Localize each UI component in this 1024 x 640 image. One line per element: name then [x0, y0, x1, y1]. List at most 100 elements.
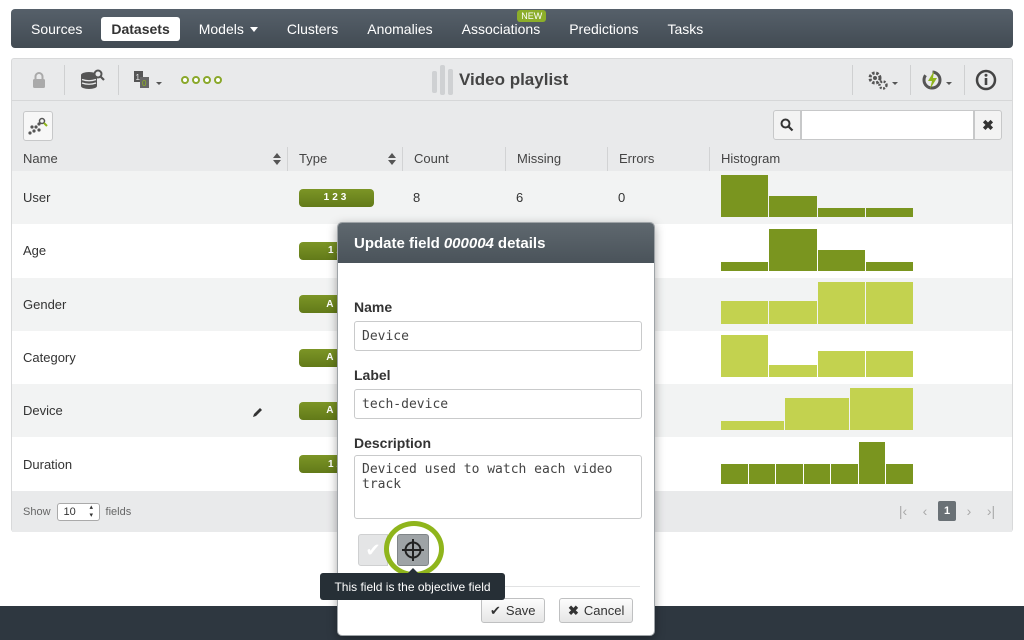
- nav-models[interactable]: Models: [189, 17, 268, 41]
- description-field[interactable]: Deviced used to watch each video track: [354, 455, 642, 519]
- column-header-histogram: Histogram: [710, 147, 1012, 171]
- nav-predictions[interactable]: Predictions: [559, 17, 648, 41]
- top-nav: Sources Datasets Models Clusters Anomali…: [11, 9, 1013, 48]
- histogram: [721, 388, 913, 431]
- show-label: Show: [23, 505, 51, 518]
- modal-title: Update field 000004 details: [338, 223, 654, 263]
- next-page-icon[interactable]: ›: [960, 501, 978, 521]
- page-title: Video playlist: [459, 70, 569, 89]
- name-field[interactable]: Device: [354, 321, 642, 351]
- histogram-bar: [721, 175, 769, 218]
- histogram-bar: [817, 351, 865, 378]
- name-label: Name: [354, 299, 393, 315]
- prev-page-icon[interactable]: ‹: [916, 501, 934, 521]
- toolbar-divider: [64, 65, 65, 95]
- histogram-bar: [721, 463, 748, 484]
- nav-anomalies-label: Anomalies: [367, 20, 433, 37]
- column-header-count: Count: [403, 147, 506, 171]
- histogram: [721, 281, 913, 324]
- histogram-bar: [769, 196, 817, 218]
- page: Sources Datasets Models Clusters Anomali…: [0, 0, 1024, 640]
- dataset-logo-icon: [432, 65, 453, 95]
- search-icon: [780, 118, 794, 132]
- column-count-label: Count: [414, 151, 449, 166]
- pagination: |‹ ‹ 1 › ›|: [894, 501, 1000, 521]
- label-label: Label: [354, 367, 391, 383]
- gear-dropdown-icon[interactable]: [864, 69, 904, 91]
- nav-models-label: Models: [198, 20, 244, 37]
- scatter-filter-icon: [28, 117, 48, 135]
- toolbar-divider: [118, 65, 119, 95]
- column-header-type[interactable]: Type: [288, 147, 403, 171]
- description-label: Description: [354, 435, 432, 451]
- column-histogram-label: Histogram: [721, 151, 781, 166]
- column-missing-label: Missing: [517, 151, 562, 166]
- save-button[interactable]: ✔ Save: [481, 598, 545, 623]
- search-button[interactable]: [773, 110, 801, 140]
- histogram-bar: [865, 261, 913, 271]
- histogram: [721, 441, 914, 484]
- column-header-errors: Errors: [608, 147, 710, 171]
- current-page[interactable]: 1: [938, 501, 956, 521]
- histogram-bar: [817, 249, 865, 271]
- lightning-dropdown-icon[interactable]: [918, 69, 958, 91]
- nav-anomalies[interactable]: Anomalies: [357, 17, 442, 41]
- histogram-bar: [721, 300, 769, 324]
- check-icon: ✔: [365, 539, 381, 560]
- save-label: Save: [505, 603, 536, 618]
- dots-icon[interactable]: [180, 69, 222, 91]
- column-header-name[interactable]: Name: [12, 147, 288, 171]
- new-badge: NEW: [517, 9, 547, 22]
- filter-tool-button[interactable]: [23, 111, 53, 141]
- modal-title-prefix: Update field: [354, 234, 440, 252]
- nav-associations[interactable]: Associations NEW: [452, 9, 551, 41]
- nav-associations-label: Associations: [461, 20, 541, 37]
- binary-dropdown-icon[interactable]: 10: [131, 69, 167, 91]
- histogram-bar: [831, 463, 858, 484]
- dataset-search-icon[interactable]: [78, 69, 106, 91]
- modal-title-suffix: details: [497, 234, 546, 252]
- sort-icon[interactable]: [273, 153, 281, 165]
- nav-sources-label: Sources: [31, 20, 83, 37]
- table-row[interactable]: User 123 8 6 0: [12, 171, 1012, 225]
- page-size-select[interactable]: 10: [56, 502, 100, 521]
- histogram-bar: [817, 208, 865, 218]
- cancel-label: Cancel: [583, 603, 625, 618]
- nav-clusters-label: Clusters: [286, 20, 339, 37]
- cancel-button[interactable]: ✖ Cancel: [559, 598, 634, 623]
- count-cell: 8: [413, 190, 421, 206]
- nav-tasks-label: Tasks: [667, 20, 704, 37]
- field-name-cell: User: [23, 190, 51, 206]
- clear-search-button[interactable]: ✖: [974, 110, 1002, 140]
- histogram: [721, 175, 913, 218]
- chevron-down-icon: [249, 27, 258, 33]
- info-icon[interactable]: [974, 69, 998, 91]
- first-page-icon[interactable]: |‹: [894, 501, 912, 521]
- close-icon: ✖: [982, 116, 994, 133]
- last-page-icon[interactable]: ›|: [982, 501, 1000, 521]
- label-field[interactable]: tech-device: [354, 389, 642, 419]
- search-input[interactable]: [801, 110, 974, 140]
- nav-clusters[interactable]: Clusters: [277, 17, 348, 41]
- table-controls: ✖: [12, 102, 1012, 146]
- field-name-cell: Age: [23, 243, 47, 259]
- svg-text:1: 1: [136, 73, 141, 82]
- histogram-bar: [886, 463, 914, 484]
- nav-sources[interactable]: Sources: [21, 17, 92, 41]
- close-icon: ✖: [568, 602, 579, 618]
- pencil-icon[interactable]: [252, 406, 262, 418]
- column-errors-label: Errors: [619, 151, 655, 166]
- dataset-title-area: Video playlist: [432, 65, 568, 95]
- histogram-bar: [721, 335, 769, 378]
- histogram-bar: [865, 281, 913, 324]
- lock-icon[interactable]: [28, 69, 50, 91]
- nav-datasets[interactable]: Datasets: [101, 16, 180, 41]
- field-name-cell: Category: [23, 350, 76, 366]
- nav-datasets-label: Datasets: [111, 20, 170, 37]
- nav-tasks[interactable]: Tasks: [657, 17, 713, 41]
- table-header: Name Type Count Missing Errors Histogram: [12, 147, 1012, 171]
- histogram-bar: [769, 300, 817, 324]
- histogram-bar: [721, 261, 769, 271]
- dataset-toolbar: 10 Video playlist: [12, 59, 1012, 101]
- sort-icon[interactable]: [388, 153, 396, 165]
